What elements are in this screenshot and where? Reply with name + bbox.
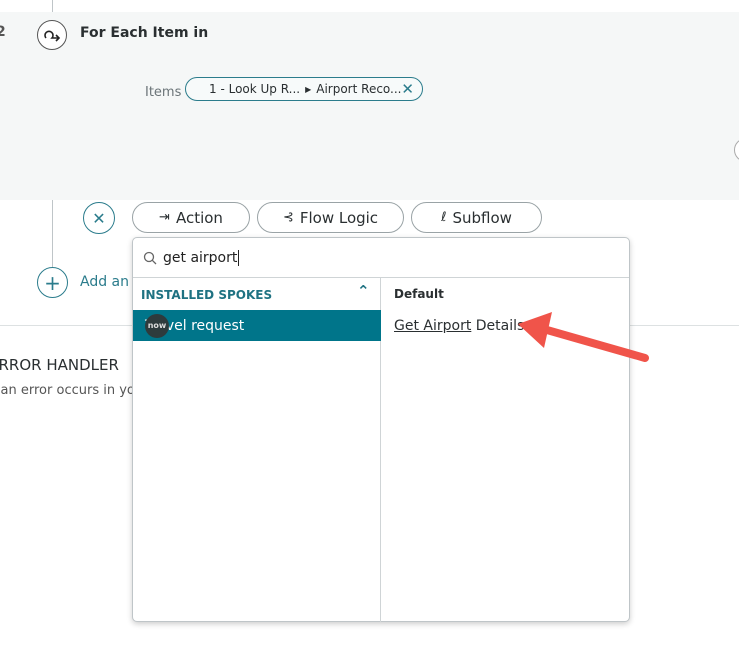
action-picker-dropdown: get airport INSTALLED SPOKES ⌃ now Trave… (132, 237, 630, 622)
action-button[interactable]: ⇥ Action (132, 202, 250, 233)
items-label: Items (145, 85, 182, 100)
logo-text: now (147, 321, 167, 330)
flow-logic-icon: ⊰ (282, 210, 294, 225)
spoke-item-travel-request[interactable]: now Travel request (133, 310, 381, 341)
pill-part1: 1 - Look Up R... (209, 82, 301, 96)
group-header: Default (394, 287, 444, 301)
close-icon: ✕ (92, 208, 106, 228)
flow-connector (52, 200, 53, 268)
annotation-arrow-icon (518, 312, 649, 362)
add-step-button[interactable]: + (37, 267, 68, 298)
step-number: 2 (0, 24, 6, 40)
step-title: For Each Item in (80, 25, 209, 41)
caret-right-icon: ▶ (305, 84, 312, 94)
plus-icon: + (44, 270, 61, 295)
pill-part2: Airport Reco... (316, 82, 402, 96)
for-each-step-panel: 2 For Each Item in Items 1 - Look Up R..… (0, 12, 739, 200)
action-label: Action (175, 208, 223, 227)
close-menu-button[interactable]: ✕ (83, 202, 115, 234)
result-get-airport-details[interactable]: Get Airport Details (394, 318, 524, 334)
collapse-icon[interactable] (734, 138, 739, 162)
search-input[interactable]: get airport (163, 249, 240, 266)
remove-pill-icon[interactable]: ✕ (401, 80, 414, 98)
flow-logic-button[interactable]: ⊰ Flow Logic (257, 202, 404, 233)
subflow-button[interactable]: ℓ Subflow (411, 202, 542, 233)
items-data-pill[interactable]: 1 - Look Up R... ▶ Airport Reco... ✕ (185, 77, 423, 101)
result-match: Get Airport (394, 318, 472, 334)
subflow-label: Subflow (452, 208, 512, 227)
search-field[interactable]: get airport (133, 238, 629, 278)
spokes-column: INSTALLED SPOKES ⌃ now Travel request (133, 278, 381, 622)
installed-spokes-header[interactable]: INSTALLED SPOKES (141, 288, 272, 302)
flow-logic-label: Flow Logic (299, 208, 379, 227)
search-icon (143, 251, 157, 264)
subflow-icon: ℓ (441, 210, 447, 225)
now-logo-icon: now (145, 313, 169, 338)
action-icon: ⇥ (159, 210, 170, 225)
chevron-up-icon[interactable]: ⌃ (357, 282, 370, 300)
loop-icon (37, 20, 67, 50)
flow-connector (52, 0, 53, 12)
error-handler-title: ERROR HANDLER (0, 356, 119, 374)
